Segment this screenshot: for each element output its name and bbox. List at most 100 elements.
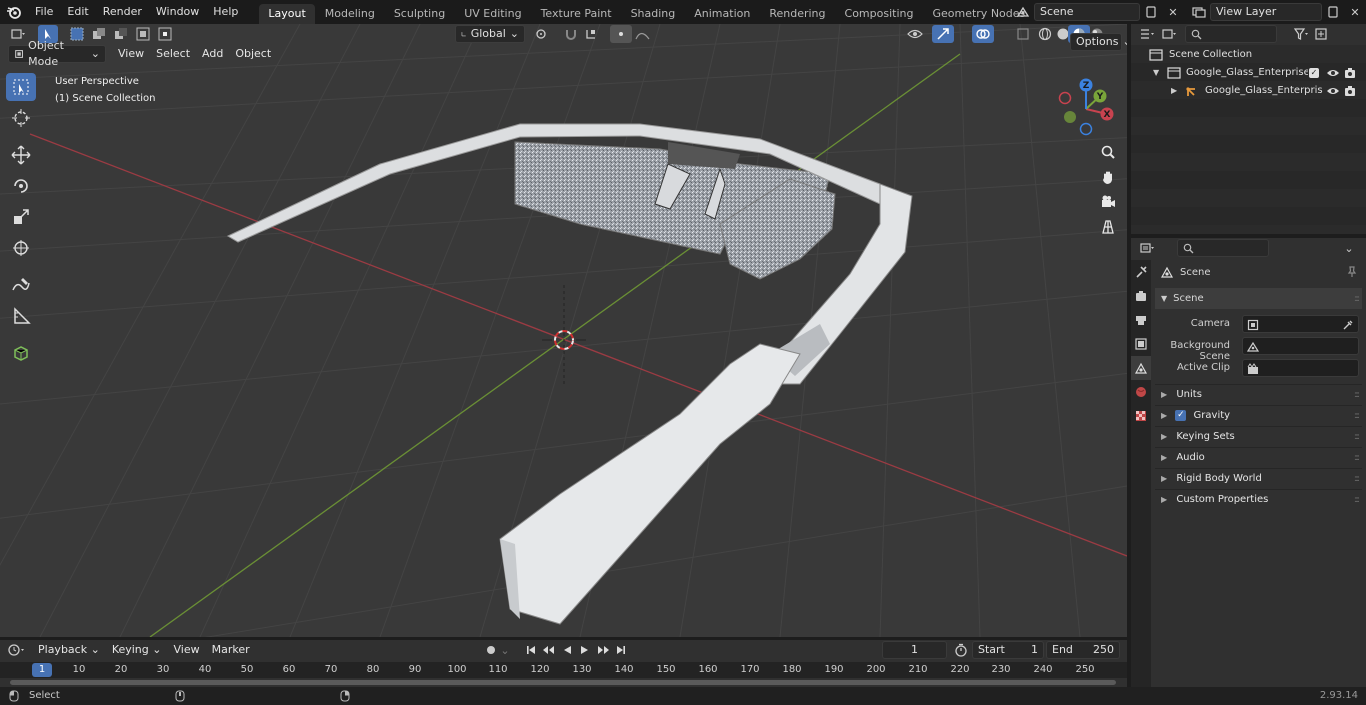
stopwatch-icon[interactable] [950, 641, 972, 659]
drag-handle-icon[interactable]: :::: [1354, 294, 1360, 304]
outliner-row-object[interactable]: ▶ Google_Glass_Enterprise_ [1131, 82, 1366, 100]
background-scene-field[interactable] [1242, 337, 1359, 355]
drag-handle-icon[interactable]: :::: [1354, 406, 1360, 426]
annotate-tool[interactable] [6, 271, 36, 299]
menu-marker[interactable]: Marker [206, 641, 256, 659]
outliner-row-scene-collection[interactable]: Scene Collection [1131, 46, 1366, 64]
gravity-checkbox[interactable]: ✓ [1175, 409, 1187, 421]
end-frame-field[interactable]: End 250 [1046, 641, 1120, 659]
view-layer-field[interactable]: View Layer [1210, 3, 1322, 21]
camera-field[interactable] [1242, 315, 1359, 333]
menu-object[interactable]: Object [229, 45, 277, 63]
keying-options-chevron-icon[interactable]: ⌄ [498, 641, 512, 659]
rigid-body-world-panel-header[interactable]: ▶ Rigid Body World :::: [1155, 468, 1362, 488]
timeline-ruler[interactable]: 1 10 20 30 40 50 60 70 80 90 100 110 120… [0, 662, 1127, 678]
outliner-row-collection[interactable]: ▼ Google_Glass_Enterprise_Edit ✓ [1131, 64, 1366, 82]
menu-timeline-view[interactable]: View [167, 641, 205, 659]
falloff-icon[interactable] [632, 25, 654, 43]
outliner-editor-type-icon[interactable] [1137, 25, 1159, 43]
transform-orientation-dropdown[interactable]: Global ⌄ [455, 25, 525, 43]
timeline-editor-type-icon[interactable] [6, 641, 28, 659]
render-camera-icon[interactable] [1343, 85, 1357, 97]
select-mode-invert-icon[interactable] [132, 25, 154, 43]
properties-editor-type-icon[interactable] [1137, 239, 1159, 257]
zoom-view-icon[interactable] [1096, 140, 1120, 164]
visibility-icon[interactable] [904, 25, 926, 43]
snap-toggle-icon[interactable] [560, 25, 582, 43]
tab-view-layer[interactable] [1131, 332, 1151, 356]
camera-view-icon[interactable] [1096, 190, 1120, 214]
gizmo-toggle-icon[interactable] [932, 25, 954, 43]
scale-tool[interactable] [6, 203, 36, 231]
snap-target-icon[interactable] [582, 25, 604, 43]
blender-logo-icon[interactable] [0, 0, 28, 24]
xray-toggle-icon[interactable] [1012, 25, 1034, 43]
toggle-perspective-icon[interactable] [1096, 215, 1120, 239]
tab-layout[interactable]: Layout [259, 4, 315, 24]
tab-scene[interactable] [1131, 356, 1151, 380]
scene-name-field[interactable]: Scene [1034, 3, 1140, 21]
tab-sculpting[interactable]: Sculpting [385, 4, 454, 24]
select-mode-extend-icon[interactable] [88, 25, 110, 43]
tab-texture-paint[interactable]: Texture Paint [532, 4, 621, 24]
move-tool[interactable] [6, 141, 36, 169]
pivot-point-icon[interactable] [532, 25, 554, 43]
units-panel-header[interactable]: ▶ Units :::: [1155, 384, 1362, 404]
transform-tool[interactable] [6, 234, 36, 262]
filter-icon[interactable] [1291, 25, 1313, 43]
scene-panel-header[interactable]: ▼ Scene :::: [1155, 288, 1362, 309]
active-clip-field[interactable] [1242, 359, 1359, 377]
rotate-tool[interactable] [6, 172, 36, 200]
cursor-tool[interactable] [6, 104, 36, 132]
gravity-panel-header[interactable]: ▶ ✓ Gravity :::: [1155, 405, 1362, 425]
timeline-scrollbar[interactable] [10, 680, 1116, 685]
navigation-gizmo[interactable]: X Y Z [1055, 76, 1120, 141]
menu-add[interactable]: Add [196, 45, 229, 63]
new-scene-icon[interactable] [1140, 3, 1162, 21]
outliner-search-input[interactable] [1185, 25, 1277, 43]
tab-uv-editing[interactable]: UV Editing [455, 4, 530, 24]
tab-shading[interactable]: Shading [622, 4, 685, 24]
measure-tool[interactable] [6, 302, 36, 330]
eyedropper-icon[interactable] [1342, 319, 1354, 331]
mode-dropdown[interactable]: Object Mode ⌄ [8, 39, 106, 68]
drag-handle-icon[interactable]: :::: [1354, 469, 1360, 489]
menu-window[interactable]: Window [149, 2, 206, 22]
tab-tool[interactable] [1131, 260, 1151, 284]
view-layer-icon[interactable] [1188, 3, 1210, 21]
close-view-layer-icon[interactable]: ✕ [1344, 3, 1366, 21]
menu-playback[interactable]: Playback ⌄ [32, 641, 106, 659]
editor-type-icon[interactable] [8, 25, 30, 43]
tab-modeling[interactable]: Modeling [316, 4, 384, 24]
visibility-eye-icon[interactable] [1326, 85, 1340, 97]
pin-icon[interactable] [1346, 266, 1358, 278]
select-mode-subtract-icon[interactable] [110, 25, 132, 43]
new-collection-icon[interactable] [1313, 25, 1329, 43]
audio-panel-header[interactable]: ▶ Audio :::: [1155, 447, 1362, 467]
overlays-toggle-icon[interactable] [972, 25, 994, 43]
jump-to-end-icon[interactable] [610, 641, 632, 659]
properties-options-chevron-icon[interactable]: ⌄ [1338, 239, 1360, 257]
menu-help[interactable]: Help [206, 2, 245, 22]
exclude-checkbox[interactable]: ✓ [1309, 68, 1319, 78]
tab-animation[interactable]: Animation [685, 4, 759, 24]
start-frame-field[interactable]: Start 1 [972, 641, 1044, 659]
menu-file[interactable]: File [28, 2, 60, 22]
visibility-eye-icon[interactable] [1326, 67, 1340, 79]
expand-arrow-icon[interactable]: ▼ [1153, 64, 1159, 82]
tab-rendering[interactable]: Rendering [760, 4, 834, 24]
options-dropdown[interactable]: Options ⌄ [1070, 33, 1127, 51]
display-mode-icon[interactable] [1159, 25, 1181, 43]
menu-keying[interactable]: Keying ⌄ [106, 641, 168, 659]
select-mode-intersect-icon[interactable] [154, 25, 176, 43]
menu-edit[interactable]: Edit [60, 2, 95, 22]
tab-output[interactable] [1131, 308, 1151, 332]
tab-texture[interactable] [1131, 404, 1151, 428]
select-box-tool[interactable] [6, 73, 36, 101]
menu-select[interactable]: Select [150, 45, 196, 63]
tab-compositing[interactable]: Compositing [836, 4, 923, 24]
3d-viewport[interactable]: Global ⌄ Object Mode ⌄ View Select Add O… [0, 24, 1127, 637]
menu-view[interactable]: View [112, 45, 150, 63]
scene-icon[interactable] [1012, 3, 1034, 21]
tab-world[interactable] [1131, 380, 1151, 404]
